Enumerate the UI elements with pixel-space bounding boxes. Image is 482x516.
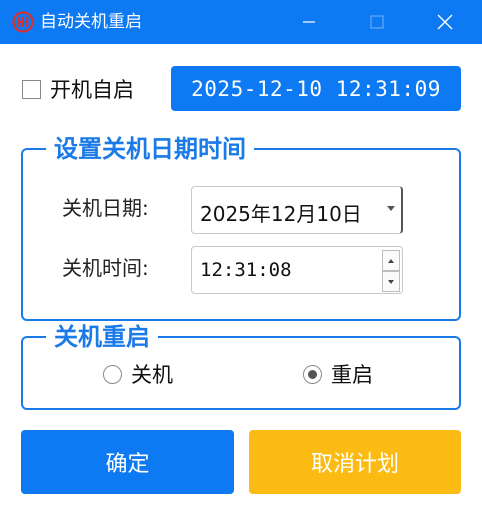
shutdown-time-spinner[interactable]: 12:31:08 (191, 246, 403, 294)
schedule-group: 设置关机日期时间 (21, 134, 461, 321)
maximize-icon (370, 15, 384, 29)
current-datetime-display: 2025-12-10 12:31:09 (171, 66, 461, 111)
close-button[interactable] (418, 0, 472, 44)
title-bar: 自动关机重启 (0, 0, 482, 44)
radio-selected-dot (308, 369, 317, 379)
shutdown-time-label: 关机时间: (62, 256, 149, 280)
spin-up-button[interactable] (382, 250, 400, 271)
radio-restart-label: 重启 (331, 363, 373, 387)
mode-group: 关机 重启 (21, 323, 461, 410)
minimize-button[interactable] (282, 0, 336, 44)
arrow-up-icon (388, 258, 394, 263)
red-power-logo-icon (12, 11, 34, 33)
confirm-button[interactable]: 确定 (21, 430, 234, 494)
confirm-button-label: 确定 (105, 452, 150, 477)
autostart-label: 开机自启 (50, 78, 134, 102)
arrow-down-icon (388, 279, 394, 284)
schedule-group-title: 设置关机日期时间 (46, 134, 254, 164)
cancel-plan-button[interactable]: 取消计划 (249, 430, 461, 494)
radio-shutdown[interactable]: 关机 (103, 362, 173, 387)
cancel-plan-button-label: 取消计划 (310, 452, 399, 477)
checkbox-box[interactable] (22, 79, 41, 99)
spin-down-button[interactable] (382, 271, 400, 292)
maximize-button[interactable] (350, 0, 404, 44)
mode-group-title: 关机重启 (46, 323, 158, 351)
shutdown-date-value: 2025年12月10日 (200, 202, 362, 226)
radio-restart[interactable]: 重启 (303, 362, 373, 387)
shutdown-time-value: 12:31:08 (200, 259, 292, 281)
close-icon (437, 14, 453, 30)
radio-circle-selected[interactable] (303, 364, 322, 384)
shutdown-date-picker[interactable]: 2025年12月10日 (191, 186, 403, 234)
shutdown-date-label: 关机日期: (62, 196, 149, 220)
autostart-checkbox[interactable]: 开机自启 (22, 76, 134, 102)
radio-shutdown-label: 关机 (131, 363, 173, 387)
radio-circle[interactable] (103, 364, 122, 384)
minimize-icon (303, 21, 315, 23)
current-datetime-text: 2025-12-10 12:31:09 (191, 76, 441, 101)
chevron-down-icon[interactable] (387, 206, 395, 211)
window-title: 自动关机重启 (40, 12, 142, 32)
